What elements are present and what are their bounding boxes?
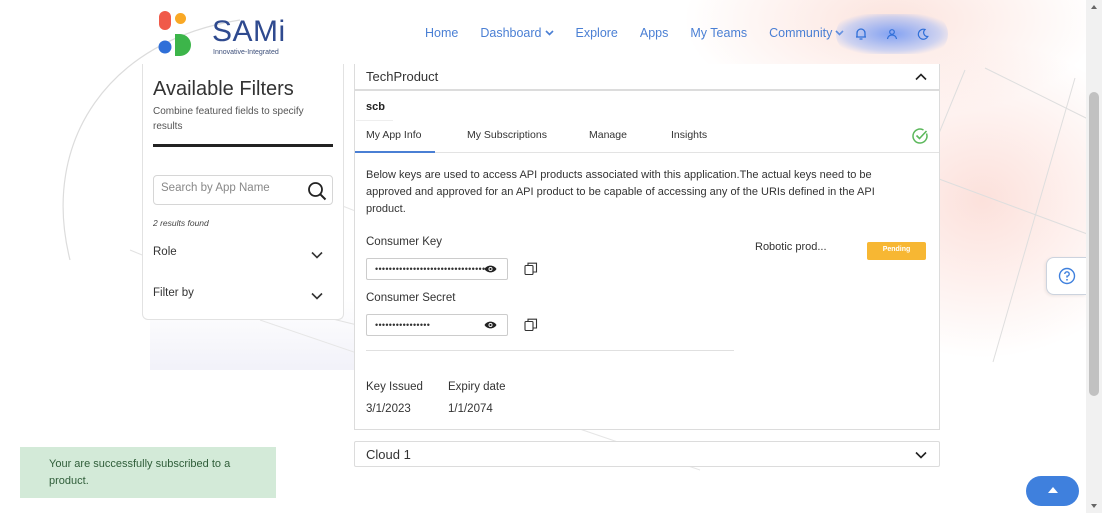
arrow-up-icon <box>1047 487 1058 493</box>
tab-insights[interactable]: Insights <box>671 129 707 153</box>
question-circle-icon <box>1058 267 1075 285</box>
app-search-box <box>153 175 333 205</box>
scroll-up-arrow-icon[interactable] <box>1090 4 1098 10</box>
filters-divider <box>153 144 333 147</box>
user-icon[interactable] <box>882 24 902 44</box>
filters-panel: Available Filters Combine featured field… <box>142 64 344 320</box>
chevron-down-icon[interactable] <box>915 451 927 459</box>
filter-by-label: Filter by <box>153 287 194 299</box>
sami-logo[interactable]: SAMi Innovative-Integrated <box>158 10 288 60</box>
api-product-name: Robotic prod... <box>755 241 827 253</box>
status-badge: Pending <box>867 242 926 260</box>
expiry-date-label: Expiry date <box>448 381 506 393</box>
nav-explore[interactable]: Explore <box>576 26 618 40</box>
search-input[interactable] <box>161 182 301 194</box>
consumer-secret-label: Consumer Secret <box>366 292 456 304</box>
page-scrollbar[interactable] <box>1086 0 1102 513</box>
section-divider <box>366 350 734 351</box>
consumer-key-label: Consumer Key <box>366 236 443 248</box>
consumer-key-value: •••••••••••••••••••••••••••••••• <box>375 264 486 274</box>
filter-filter-by[interactable]: Filter by <box>153 287 333 307</box>
consumer-secret-field[interactable]: •••••••••••••••• <box>366 314 508 336</box>
filters-title: Available Filters <box>153 78 294 100</box>
product-accordion-header[interactable]: TechProduct <box>354 64 940 90</box>
tab-my-subscriptions[interactable]: My Subscriptions <box>467 129 547 153</box>
header-actions <box>836 14 948 54</box>
nav-home[interactable]: Home <box>425 26 458 40</box>
search-icon[interactable] <box>306 180 328 202</box>
eye-icon[interactable] <box>484 320 497 330</box>
nav-my-teams-label: My Teams <box>690 26 748 40</box>
filter-role[interactable]: Role <box>153 246 333 266</box>
nav-dashboard[interactable]: Dashboard <box>480 26 554 40</box>
product-title: TechProduct <box>366 69 439 84</box>
nav-home-label: Home <box>425 26 459 40</box>
consumer-key-field[interactable]: •••••••••••••••••••••••••••••••• <box>366 258 508 280</box>
nav-my-teams[interactable]: My Teams <box>690 26 747 40</box>
toast-message: Your are successfully subscribed to a pr… <box>49 458 231 487</box>
copy-icon[interactable] <box>524 318 538 332</box>
chevron-down-icon <box>311 292 323 300</box>
bell-icon[interactable] <box>851 24 871 44</box>
nav-apps[interactable]: Apps <box>640 26 669 40</box>
tab-my-app-info[interactable]: My App Info <box>355 129 435 153</box>
tab-manage[interactable]: Manage <box>589 129 627 153</box>
filters-subtitle: Combine featured fields to specify resul… <box>153 106 304 132</box>
nav-dashboard-label: Dashboard <box>480 26 542 40</box>
nav-explore-label: Explore <box>575 26 618 40</box>
main-nav: Home Dashboard Explore Apps My Teams Com… <box>425 26 866 40</box>
chevron-up-icon[interactable] <box>915 73 927 81</box>
moon-icon[interactable] <box>913 24 933 44</box>
consumer-secret-value: •••••••••••••••• <box>375 320 431 330</box>
app-name-tab[interactable]: scb <box>356 93 393 121</box>
nav-apps-label: Apps <box>639 26 669 40</box>
logo-mark-icon <box>158 11 191 56</box>
nav-community-label: Community <box>769 26 833 40</box>
cloud-accordion-header[interactable]: Cloud 1 <box>354 441 940 467</box>
success-toast: Your are successfully subscribed to a pr… <box>20 447 276 498</box>
results-count: 2 results found <box>153 218 209 228</box>
brand-tagline: Innovative-Integrated <box>213 49 279 56</box>
chevron-down-icon <box>544 30 554 36</box>
key-issued-value: 3/1/2023 <box>366 403 411 415</box>
cloud-product-title: Cloud 1 <box>366 447 411 462</box>
keys-description: Below keys are used to access API produc… <box>366 169 875 215</box>
eye-icon[interactable] <box>484 264 497 274</box>
key-issued-label: Key Issued <box>366 381 423 393</box>
nav-community[interactable]: Community <box>769 26 844 40</box>
help-button[interactable] <box>1046 257 1086 295</box>
copy-icon[interactable] <box>524 262 538 276</box>
chevron-down-icon <box>311 251 323 259</box>
scrollbar-thumb[interactable] <box>1089 92 1099 396</box>
filter-role-label: Role <box>153 246 177 258</box>
app-details-panel: scb My App Info My Subscriptions Manage … <box>354 90 940 430</box>
scroll-to-top-button[interactable] <box>1026 476 1079 506</box>
top-navigation: SAMi Innovative-Integrated Home Dashboar… <box>0 0 1086 68</box>
expiry-date-value: 1/1/2074 <box>448 403 493 415</box>
scroll-down-arrow-icon[interactable] <box>1090 503 1098 509</box>
app-tabs: My App Info My Subscriptions Manage Insi… <box>355 123 939 153</box>
brand-name: SAMi <box>212 15 286 48</box>
check-circle-icon <box>912 128 928 144</box>
